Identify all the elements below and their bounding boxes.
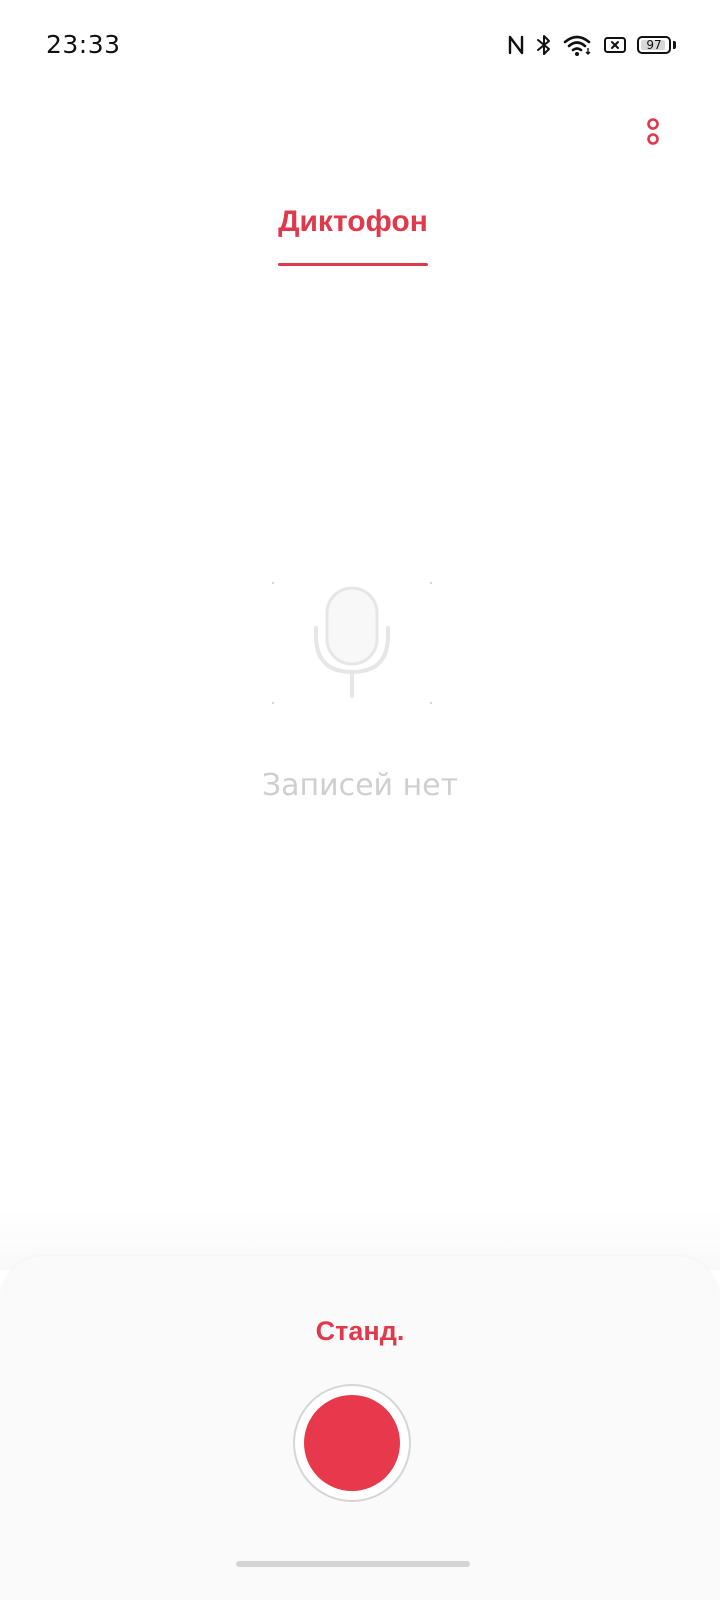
battery-cap xyxy=(673,41,676,49)
more-vertical-icon xyxy=(647,118,659,145)
bluetooth-icon xyxy=(535,33,553,57)
battery-icon: 97 xyxy=(637,36,671,54)
no-sim-icon xyxy=(603,35,627,55)
microphone-icon xyxy=(270,578,434,708)
tab-recorder-label: Диктофон xyxy=(278,205,428,238)
wifi-icon xyxy=(563,33,593,57)
home-indicator[interactable] xyxy=(236,1561,470,1567)
status-time: 23:33 xyxy=(46,30,121,59)
battery-level: 97 xyxy=(646,38,662,52)
empty-state-message: Записей нет xyxy=(261,768,459,803)
status-bar: 23:33 97 xyxy=(0,0,720,90)
nfc-icon xyxy=(507,34,525,56)
record-icon xyxy=(304,1395,400,1491)
tab-active-indicator xyxy=(278,263,428,266)
recording-mode-selector[interactable]: Станд. xyxy=(0,1316,720,1347)
voice-recorder-screen: 23:33 97 Диктофон Записей нет Станд. xyxy=(0,0,720,1600)
more-options-button[interactable] xyxy=(638,116,668,150)
record-button[interactable] xyxy=(293,1384,411,1502)
tab-recorder[interactable]: Диктофон xyxy=(278,200,428,266)
status-icons: 97 xyxy=(507,30,676,60)
